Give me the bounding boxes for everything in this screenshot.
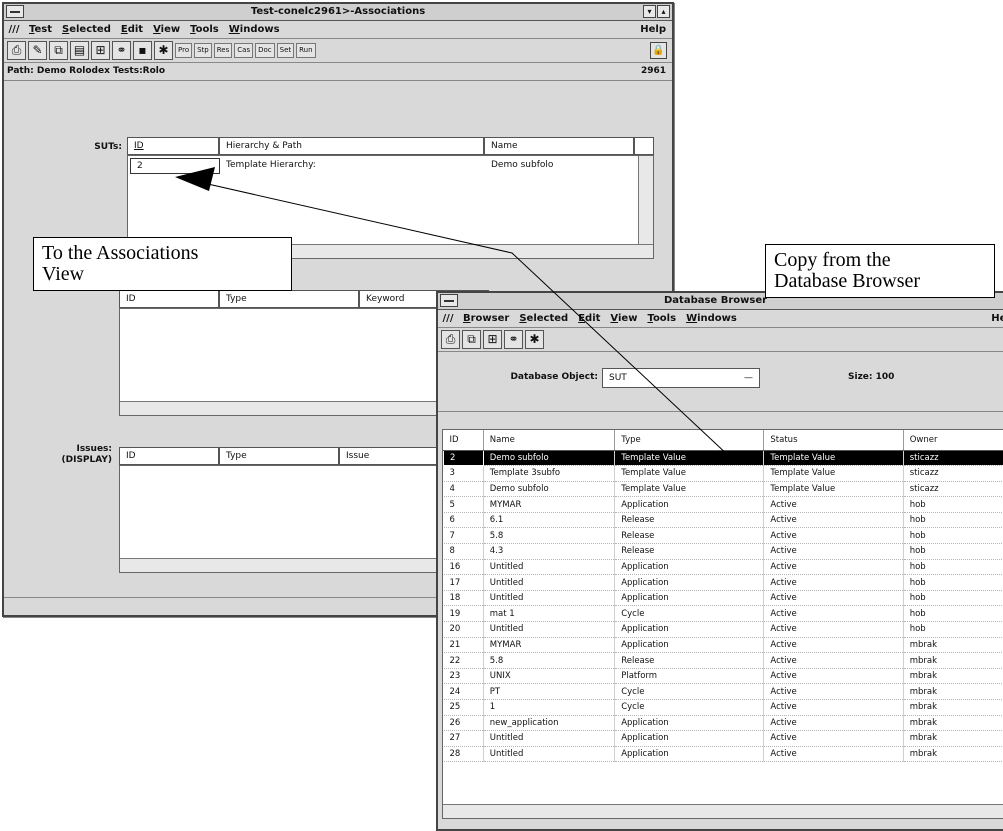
arrow-line xyxy=(177,177,730,457)
association-arrow xyxy=(0,0,1003,822)
callout-associations: To the Associations View xyxy=(33,237,292,291)
callout-database: Copy from the Database Browser xyxy=(765,244,995,298)
arrow-head-icon xyxy=(175,167,215,191)
